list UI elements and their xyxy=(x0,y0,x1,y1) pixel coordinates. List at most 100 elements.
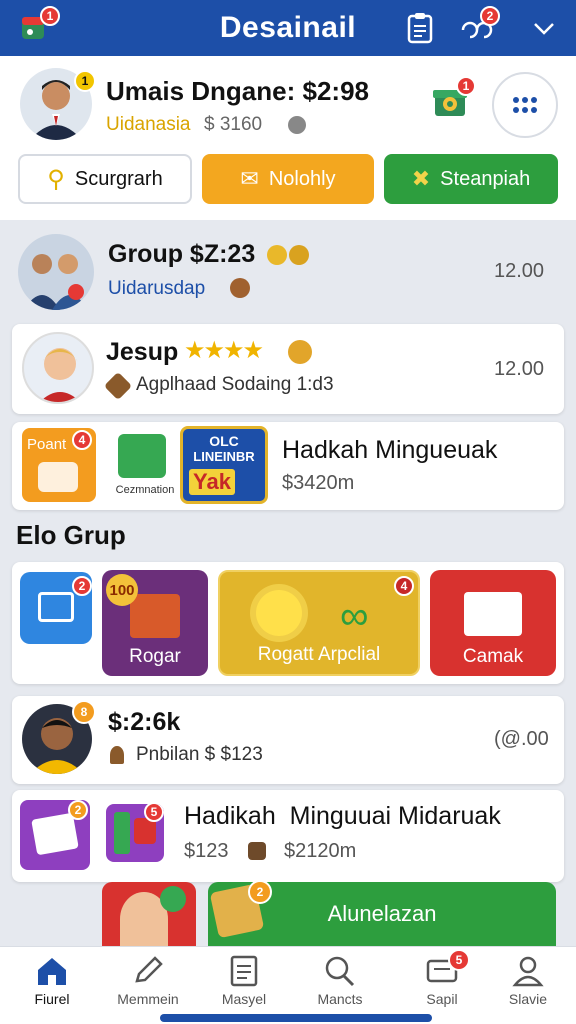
gift-box-tile[interactable]: Cezmnation xyxy=(106,428,184,502)
promo-badge: 2 xyxy=(248,880,272,904)
coin-icon xyxy=(266,244,312,266)
hadikah-subtitle-b: $2120m xyxy=(284,840,357,862)
home-indicator xyxy=(160,1014,432,1022)
grid-tile-1-badge: 2 xyxy=(72,576,92,596)
profile-amount: $ 3160 xyxy=(204,114,263,135)
game-tile-line-1: OLC xyxy=(209,433,239,449)
pencil-icon xyxy=(135,956,163,983)
group-title: Group $Z:23 xyxy=(108,240,256,268)
top-app-bar: 1 Desainail 2 xyxy=(0,0,576,56)
game-tile[interactable]: OLC LINEINBR Yak xyxy=(180,426,268,504)
list-tile-badge: 5 xyxy=(144,804,164,822)
action-button-2[interactable]: ✉ Nolohly xyxy=(202,154,374,204)
clipboard-icon[interactable] xyxy=(400,8,440,48)
nav-memmein[interactable]: Memmein xyxy=(100,955,196,1017)
list-tile[interactable]: 5 xyxy=(106,804,164,862)
action-button-1[interactable]: ⚲ Scurgrarh xyxy=(18,154,192,204)
group-value: 12.00 xyxy=(494,260,545,282)
person-title: $:2:6k xyxy=(108,708,181,736)
hadkah-card[interactable]: Poant 4 Cezmnation OLC LINEINBR Yak Hadk… xyxy=(12,422,564,510)
hadkah-subtitle: $3420m xyxy=(282,472,355,494)
grid-tile-4[interactable]: Camak xyxy=(430,570,556,676)
profile-subtitle: Uidanasia xyxy=(106,114,191,135)
note-icon xyxy=(31,812,79,856)
action-button-3-label: Steanpiah xyxy=(440,167,531,190)
nav-masyel[interactable]: Masyel xyxy=(196,955,292,1017)
jesup-value: 12.00 xyxy=(494,358,545,380)
game-tile-line-2: LINEINBR xyxy=(193,449,255,464)
leaf-icon xyxy=(103,371,133,401)
home-icon xyxy=(38,958,66,985)
nav-mancts-label: Mancts xyxy=(317,991,363,1007)
grid-tile-2-label: Rogar xyxy=(129,646,181,667)
nav-sapil-label: Sapil xyxy=(426,991,458,1007)
note-tile[interactable]: 2 xyxy=(20,800,90,870)
grid-tile-3-badge: 4 xyxy=(394,576,414,596)
action-button-1-label: Scurgrarh xyxy=(74,167,163,190)
person-badge: 8 xyxy=(72,700,96,724)
nav-home[interactable]: Fiurel xyxy=(4,955,100,1017)
notification-badge: 1 xyxy=(40,6,60,26)
grid-dots-icon xyxy=(513,97,537,113)
jesup-title: Jesup xyxy=(106,338,179,366)
nav-masyel-label: Masyel xyxy=(221,991,267,1007)
person-subtitle: Pnbilan $ $123 xyxy=(136,744,263,765)
nav-slavie[interactable]: Slavie xyxy=(480,955,576,1017)
hero-tile[interactable] xyxy=(102,882,196,946)
info-icon xyxy=(288,116,306,134)
present-icon xyxy=(130,594,180,638)
game-tile-line-3: Yak xyxy=(189,469,235,495)
section-title: Elo Grup xyxy=(16,520,126,550)
nav-slavie-label: Slavie xyxy=(508,991,548,1007)
promo-label: Alunelazan xyxy=(327,901,437,926)
more-options-button[interactable] xyxy=(492,72,558,138)
grid-tiles-card: 2 Rogar 100 Rogatt Arpclial ∞ 4 Camak xyxy=(12,562,564,684)
pot-icon xyxy=(248,842,266,860)
rating-stars-icon: ★★★★ xyxy=(184,337,264,364)
hadikah-subtitle-a: $123 xyxy=(184,840,229,862)
key-icon: ⚲ xyxy=(47,165,65,193)
grid-tile-3-label: Rogatt Arpclial xyxy=(257,644,381,665)
jesup-card[interactable]: Jesup ★★★★ Agplhaad Sodaing 1:d3 12.00 xyxy=(12,324,564,414)
group-row[interactable]: Group $Z:23 Uidarusdap 12.00 xyxy=(0,222,576,320)
chevron-down-icon[interactable] xyxy=(524,8,564,48)
tag-icon xyxy=(230,278,250,298)
person-card[interactable]: 8 $:2:6k Pnbilan $ $123 (@.00 xyxy=(12,696,564,784)
nav-memmein-label: Memmein xyxy=(117,991,179,1007)
sun-icon xyxy=(256,590,302,636)
hadikah-title: Hadikah Minguuai Midaruak xyxy=(184,802,501,830)
chat-icon[interactable]: 2 xyxy=(456,6,500,48)
points-tile[interactable]: Poant 4 xyxy=(22,428,96,502)
grid-tile-1[interactable]: 2 xyxy=(20,572,92,644)
jesup-avatar xyxy=(22,332,94,404)
search-icon xyxy=(325,956,355,987)
gift-badge: 1 xyxy=(456,76,476,96)
action-button-3[interactable]: ✖ Steanpiah xyxy=(384,154,558,204)
avatar-badge: 1 xyxy=(74,70,96,92)
grid-tile-2[interactable]: Rogar 100 xyxy=(102,570,208,676)
list-icon xyxy=(114,812,130,854)
nav-sapil[interactable]: Sapil 5 xyxy=(394,949,490,1017)
document-icon xyxy=(230,955,258,987)
nav-mancts[interactable]: Mancts xyxy=(292,955,388,1017)
mail-icon: ✉ xyxy=(240,166,259,191)
grid-tile-4-label: Camak xyxy=(462,646,524,667)
profile-name: Umais Dngane: $2:98 xyxy=(106,76,369,106)
calendar-icon xyxy=(38,592,74,622)
hadikah-card[interactable]: 2 5 Hadikah Minguuai Midaruak $123 $2120… xyxy=(12,790,564,882)
hadkah-title: Hadkah Mingueuak xyxy=(282,436,498,464)
group-avatar xyxy=(18,234,94,310)
pin-icon xyxy=(110,746,124,764)
points-badge: 4 xyxy=(72,430,92,450)
wrench-icon xyxy=(38,462,78,492)
points-tile-label: Poant xyxy=(27,436,67,453)
grid-tile-2-badge: 100 xyxy=(106,574,138,606)
nav-sapil-badge: 5 xyxy=(448,949,470,971)
box-icon xyxy=(118,434,166,478)
app-menu-icon[interactable]: 1 xyxy=(14,6,60,48)
gift-icon[interactable]: 1 xyxy=(432,76,476,118)
grid-tile-3[interactable]: Rogatt Arpclial ∞ 4 xyxy=(218,570,420,676)
infinity-icon: ∞ xyxy=(340,594,369,638)
nav-home-label: Fiurel xyxy=(34,991,70,1007)
action-button-2-label: Nolohly xyxy=(268,167,336,190)
